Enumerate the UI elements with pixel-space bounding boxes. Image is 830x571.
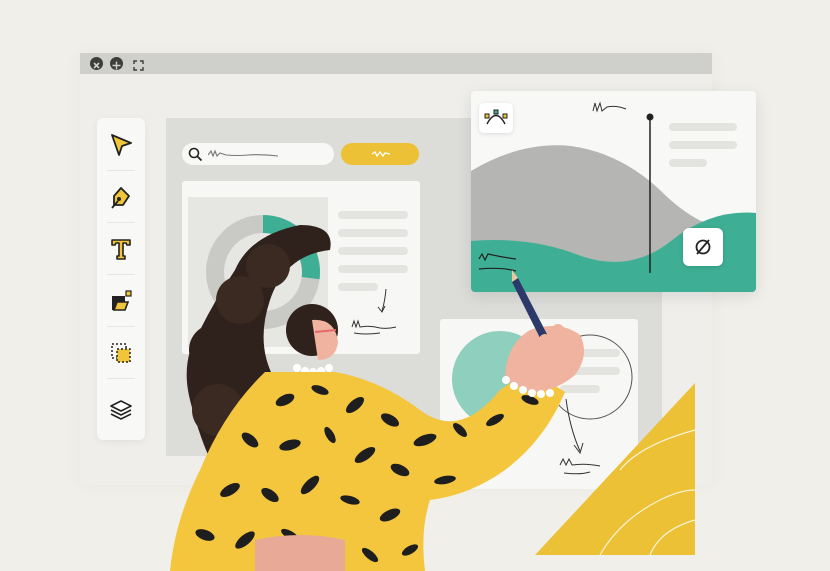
set-square-triangle xyxy=(535,383,696,556)
